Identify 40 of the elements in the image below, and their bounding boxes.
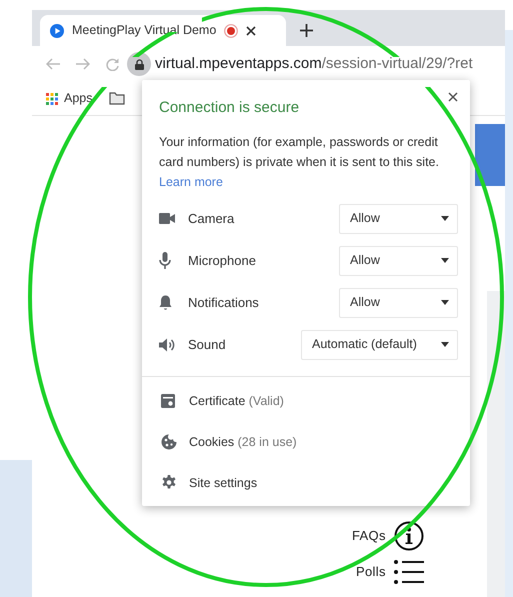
caret-icon [441,342,449,347]
close-icon[interactable] [448,92,458,102]
list-icon[interactable] [394,559,424,585]
permission-label: Microphone [188,252,256,270]
caret-icon [441,216,449,221]
caret-icon [441,300,449,305]
learn-more-link[interactable]: Learn more [159,174,223,188]
permission-dropdown[interactable]: Allow [339,204,458,234]
microphone-icon [159,252,171,269]
camera-icon [159,213,175,224]
permission-label: Camera [188,210,234,228]
certificate-icon [161,394,175,408]
popup-title: Connection is secure [159,98,300,118]
url-text: virtual.mpeventapps.com/session-virtual/29/?ret [155,54,473,74]
cookie-icon [161,434,177,450]
bookmark-link[interactable]: Apps [64,89,92,108]
security-message: Your information (for example, passwords or credit card numbers) is private when it is sent to this site. Learn more [159,134,440,190]
close-icon[interactable] [246,26,256,36]
site-info-link[interactable]: Certificate (Valid) [189,392,284,410]
address-bar[interactable]: virtual.mpeventapps.com/session-virtual/29/?ret [127,52,473,76]
lock-icon [134,58,144,70]
page-banner [475,124,505,186]
permission-dropdown[interactable]: Automatic (default) [301,330,458,360]
caret-icon [441,258,449,263]
bell-icon [159,294,172,310]
play-logo-icon [50,24,64,38]
permission-label: Sound [188,336,226,354]
settings-icon [161,475,177,491]
apps-grid-icon [46,92,58,104]
permission-label: Notifications [188,294,259,312]
permission-dropdown[interactable]: Allow [339,246,458,276]
info-icon[interactable] [394,521,424,551]
site-info-link[interactable]: Cookies (28 in use) [189,432,297,452]
nav-link[interactable]: Polls [356,562,386,582]
speaker-icon [159,338,177,352]
nav-link[interactable]: FAQs [352,526,386,546]
site-info-link[interactable]: Site settings [189,474,258,492]
folder-icon[interactable] [108,92,124,105]
permission-dropdown[interactable]: Allow [339,288,458,318]
new-tab-icon[interactable] [300,24,313,37]
